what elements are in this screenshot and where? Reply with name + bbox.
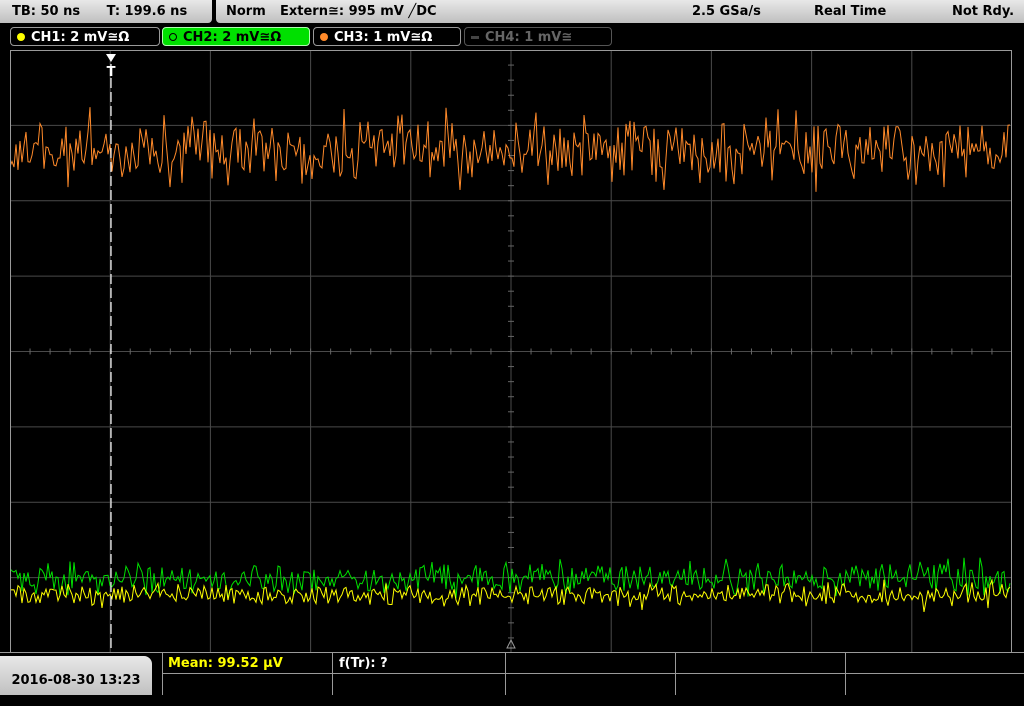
measurement-mean[interactable]: Mean: 99.52 µV bbox=[168, 654, 283, 673]
timebase-readout: TB: 50 ns bbox=[12, 4, 81, 19]
trigger-arrow-icon[interactable] bbox=[106, 54, 116, 62]
channel-tab-ch2[interactable]: CH2: 2 mV≅Ω bbox=[162, 27, 310, 46]
trigger-mode[interactable]: Norm bbox=[226, 0, 266, 23]
ch3-trace bbox=[10, 107, 1011, 192]
trigger-time-readout: T: 199.6 ns bbox=[106, 4, 188, 19]
waveform-display[interactable]: T bbox=[10, 50, 1012, 653]
datetime-label: 2016-08-30 13:23 bbox=[11, 673, 141, 688]
channel-tab-ch4[interactable]: CH4: 1 mV≅ bbox=[464, 27, 612, 46]
ch2-indicator-icon bbox=[169, 33, 177, 41]
run-state: Not Rdy. bbox=[952, 4, 1015, 19]
ch2-label: CH2: 2 mV≅Ω bbox=[183, 30, 282, 45]
ch4-indicator-icon bbox=[471, 36, 479, 39]
graticule bbox=[10, 50, 1012, 653]
ch3-indicator-icon bbox=[320, 33, 328, 41]
trigger-source[interactable]: Extern≅: 995 mV ╱DC bbox=[280, 0, 437, 23]
sample-rate[interactable]: 2.5 GSa/s bbox=[692, 0, 761, 23]
acquisition-mode[interactable]: Real Time bbox=[814, 0, 886, 23]
ch4-label: CH4: 1 mV≅ bbox=[485, 30, 573, 45]
timebase-panel[interactable]: TB: 50 ns T: 199.6 ns bbox=[0, 0, 212, 23]
channel-tab-ch1[interactable]: CH1: 2 mV≅Ω bbox=[10, 27, 160, 46]
measurement-frequency[interactable]: f(Tr): ? bbox=[339, 654, 388, 673]
acquisition-panel[interactable]: Norm Extern≅: 995 mV ╱DC 2.5 GSa/s Real … bbox=[216, 0, 1024, 23]
trigger-marker: T bbox=[107, 65, 116, 80]
ch3-label: CH3: 1 mV≅Ω bbox=[334, 30, 433, 45]
ch1-indicator-icon bbox=[17, 33, 25, 41]
datetime-display: 2016-08-30 13:23 bbox=[0, 656, 152, 695]
channel-tab-ch3[interactable]: CH3: 1 mV≅Ω bbox=[313, 27, 461, 46]
ch1-label: CH1: 2 mV≅Ω bbox=[31, 30, 130, 45]
measurement-panel[interactable] bbox=[162, 652, 1024, 695]
top-status-bar: TB: 50 ns T: 199.6 ns Norm Extern≅: 995 … bbox=[0, 0, 1024, 25]
